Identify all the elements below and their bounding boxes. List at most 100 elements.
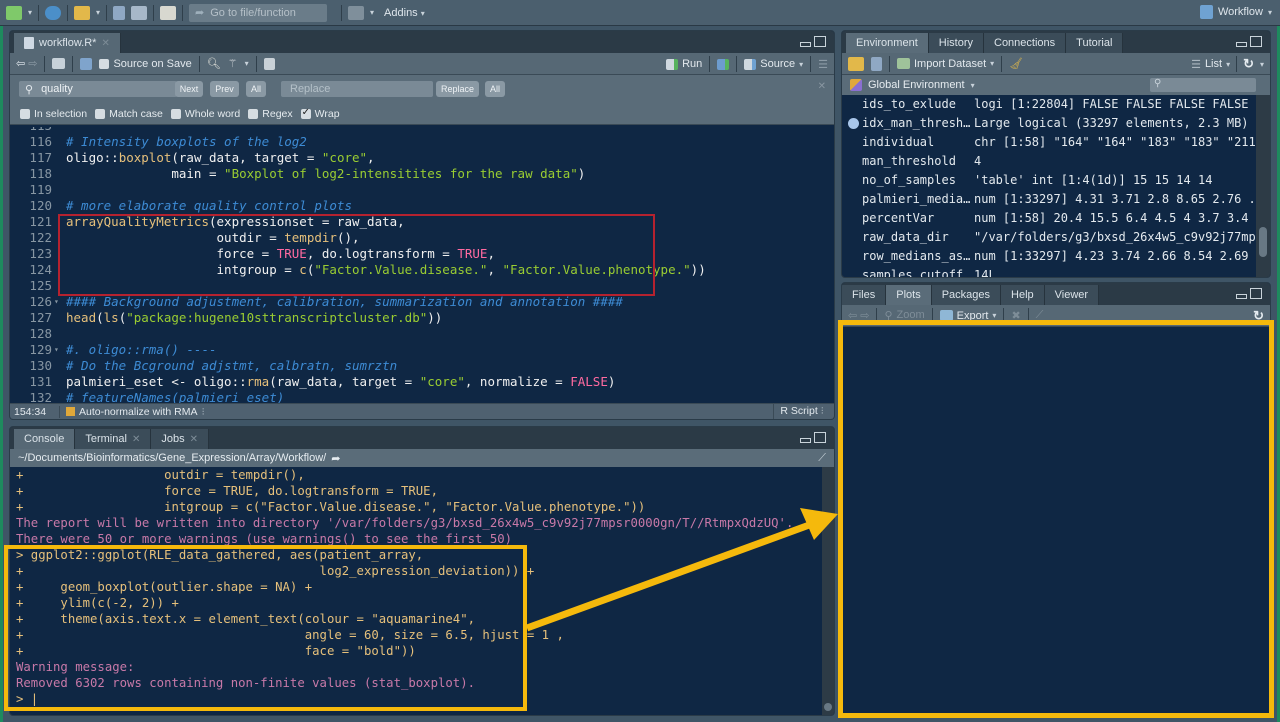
environment-row[interactable]: percentVar num [1:58] 20.4 15.5 6.4 4.5 4… bbox=[842, 209, 1256, 228]
minimize-pane-icon[interactable] bbox=[800, 438, 811, 443]
find-input[interactable]: ⚲ quality bbox=[19, 81, 177, 97]
print-icon[interactable] bbox=[160, 5, 177, 20]
tab-terminal[interactable]: Terminal ✕ bbox=[75, 429, 152, 449]
maximize-pane-icon[interactable] bbox=[814, 36, 826, 47]
close-tab-icon[interactable]: ✕ bbox=[190, 434, 198, 445]
close-find-icon[interactable]: ✕ bbox=[818, 81, 826, 92]
environment-scope-selector[interactable]: Global Environment ▾ ⚲ bbox=[842, 75, 1270, 95]
addins-menu[interactable]: Addins ▾ bbox=[384, 7, 425, 19]
remove-plot-icon[interactable]: ✖ bbox=[1011, 309, 1020, 322]
tab-connections[interactable]: Connections bbox=[984, 33, 1067, 53]
load-workspace-icon[interactable] bbox=[848, 56, 864, 71]
replace-button[interactable]: Replace bbox=[436, 81, 479, 97]
zoom-button[interactable]: ⚲ Zoom bbox=[884, 309, 924, 322]
maximize-pane-icon[interactable] bbox=[1250, 36, 1262, 47]
find-option-in-selection[interactable]: In selection bbox=[20, 108, 87, 120]
save-all-icon[interactable] bbox=[131, 5, 148, 20]
environment-row[interactable]: palmieri_media… num [1:33297] 4.31 3.71 2… bbox=[842, 190, 1256, 209]
save-workspace-icon[interactable] bbox=[871, 56, 882, 71]
scrollbar-thumb[interactable] bbox=[1259, 227, 1267, 257]
new-file-icon[interactable] bbox=[6, 5, 22, 20]
magic-wand-icon[interactable]: ⚚ bbox=[228, 57, 238, 70]
tab-environment[interactable]: Environment bbox=[846, 33, 929, 53]
pane-layout-dropdown-icon[interactable]: ▾ bbox=[370, 8, 374, 17]
minimize-pane-icon[interactable] bbox=[1236, 42, 1247, 47]
console-output[interactable]: + outdir = tempdir(), + force = TRUE, do.… bbox=[10, 467, 822, 715]
tab-jobs[interactable]: Jobs ✕ bbox=[151, 429, 209, 449]
close-tab-icon[interactable]: ✕ bbox=[101, 38, 109, 49]
open-file-dropdown-icon[interactable]: ▾ bbox=[96, 8, 100, 17]
minimize-pane-icon[interactable] bbox=[1236, 294, 1247, 299]
back-icon[interactable]: ⇦ bbox=[16, 57, 25, 70]
open-file-icon[interactable] bbox=[74, 5, 91, 20]
environment-row[interactable]: samples_cutoff 14L bbox=[842, 266, 1256, 277]
find-all-button[interactable]: All bbox=[246, 81, 266, 97]
run-button[interactable]: Run bbox=[666, 58, 702, 70]
tab-console[interactable]: Console bbox=[14, 429, 76, 449]
tab-help[interactable]: Help bbox=[1001, 285, 1045, 305]
compile-report-icon[interactable] bbox=[263, 57, 275, 70]
find-next-button[interactable]: Next bbox=[175, 81, 203, 97]
close-tab-icon[interactable]: ✕ bbox=[132, 434, 140, 445]
environment-row[interactable]: ids_to_exlude logi [1:22804] FALSE FALSE … bbox=[842, 95, 1256, 114]
source-on-save-checkbox[interactable]: Source on Save bbox=[99, 58, 192, 70]
list-view-dropdown[interactable]: ☰ List ▾ bbox=[1191, 58, 1230, 71]
tab-packages[interactable]: Packages bbox=[931, 285, 1002, 305]
tab-workflow-r[interactable]: workflow.R* ✕ bbox=[14, 33, 121, 53]
tab-plots[interactable]: Plots bbox=[886, 285, 932, 305]
console-scrollbar[interactable] bbox=[822, 467, 834, 715]
next-plot-icon[interactable]: ⇨ bbox=[860, 309, 869, 322]
environment-row[interactable]: man_threshold 4 bbox=[842, 152, 1256, 171]
find-option-wrap[interactable]: Wrap bbox=[300, 108, 340, 120]
maximize-pane-icon[interactable] bbox=[814, 432, 826, 443]
scrollbar-thumb[interactable] bbox=[824, 703, 832, 711]
clear-plots-icon[interactable]: ⟋ bbox=[1036, 309, 1044, 322]
outline-icon[interactable]: ☰ bbox=[818, 58, 828, 71]
environment-row[interactable]: raw_data_dir "/var/folders/g3/bxsd_26x4w5… bbox=[842, 228, 1256, 247]
save-icon[interactable] bbox=[80, 57, 93, 70]
find-prev-button[interactable]: Prev bbox=[210, 81, 239, 97]
replace-input[interactable]: Replace bbox=[281, 81, 433, 97]
environment-row[interactable]: no_of_samples 'table' int [1:4(1d)] 15 15… bbox=[842, 171, 1256, 190]
import-dataset-button[interactable]: Import Dataset ▾ bbox=[897, 58, 994, 70]
tab-viewer[interactable]: Viewer bbox=[1044, 285, 1100, 305]
maximize-pane-icon[interactable] bbox=[1250, 288, 1262, 299]
environment-row[interactable]: row_medians_as… num [1:33297] 4.23 3.74 2… bbox=[842, 247, 1256, 266]
fold-icon[interactable]: ▾ bbox=[52, 342, 66, 358]
go-to-directory-icon[interactable]: ➦ bbox=[331, 452, 340, 465]
show-in-window-icon[interactable] bbox=[52, 58, 66, 69]
tab-files[interactable]: Files bbox=[842, 285, 887, 305]
source-button[interactable]: Source ▾ bbox=[744, 58, 803, 70]
refresh-icon[interactable]: ↻ bbox=[1243, 56, 1254, 72]
tab-history[interactable]: History bbox=[928, 33, 984, 53]
clear-workspace-icon[interactable]: 🧹︎ bbox=[1009, 57, 1023, 70]
minimize-pane-icon[interactable] bbox=[800, 42, 811, 47]
environment-scrollbar[interactable] bbox=[1256, 95, 1270, 277]
environment-row[interactable]: individual chr [1:58] "164" "164" "183" "… bbox=[842, 133, 1256, 152]
fold-icon[interactable]: ▾ bbox=[52, 294, 66, 310]
environment-search-input[interactable]: ⚲ bbox=[1150, 78, 1256, 92]
replace-all-button[interactable]: All bbox=[485, 81, 505, 97]
environment-row[interactable]: idx_man_thresh… Large logical (33297 elem… bbox=[842, 114, 1256, 133]
export-button[interactable]: Export ▾ bbox=[939, 310, 996, 322]
tab-tutorial[interactable]: Tutorial bbox=[1066, 33, 1124, 53]
save-icon[interactable] bbox=[113, 5, 126, 20]
find-option-match-case[interactable]: Match case bbox=[95, 108, 163, 120]
rerun-icon[interactable] bbox=[717, 58, 730, 70]
project-menu[interactable]: Workflow ▾ bbox=[1199, 5, 1272, 19]
clear-console-icon[interactable]: ⟋ bbox=[818, 452, 826, 465]
pane-layout-icon[interactable] bbox=[348, 5, 365, 20]
go-to-file-input[interactable]: ➦ Go to file/function bbox=[189, 3, 328, 22]
code-tools-dropdown-icon[interactable]: ▾ bbox=[245, 59, 249, 68]
new-project-icon[interactable] bbox=[45, 5, 62, 20]
previous-plot-icon[interactable]: ⇦ bbox=[848, 309, 857, 322]
code-area[interactable]: 115116# Intensity boxplots of the log211… bbox=[10, 127, 834, 405]
new-file-dropdown-icon[interactable]: ▾ bbox=[28, 8, 32, 17]
find-option-regex[interactable]: Regex bbox=[248, 108, 293, 120]
find-option-whole-word[interactable]: Whole word bbox=[170, 108, 240, 120]
expand-info-icon[interactable] bbox=[848, 118, 859, 129]
refresh-icon[interactable]: ↻ bbox=[1253, 308, 1264, 324]
scope-selector[interactable]: Auto-normalize with RMA ⁝ bbox=[60, 406, 205, 418]
search-icon[interactable]: 🔍︎ bbox=[207, 57, 221, 70]
forward-icon[interactable]: ⇨ bbox=[28, 57, 37, 70]
